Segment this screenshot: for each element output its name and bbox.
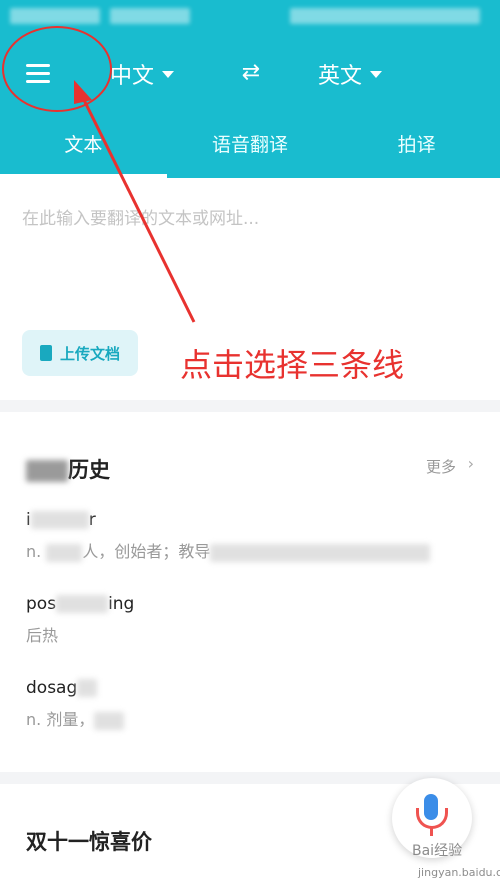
watermark-logo: Bai经验 — [412, 843, 463, 859]
watermark-url: jingyan.baidu.com — [418, 866, 500, 879]
annotation-arrow — [74, 80, 196, 323]
annotation-text: 点击选择三条线 — [180, 346, 405, 384]
